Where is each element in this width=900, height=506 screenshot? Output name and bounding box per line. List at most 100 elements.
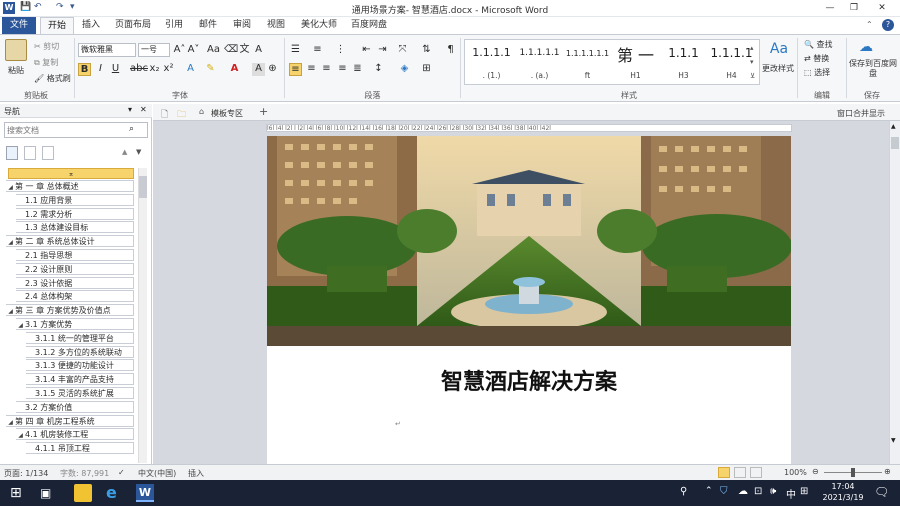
restore-button[interactable]: ❐ (842, 1, 866, 15)
nav-tree-item[interactable]: ◢ 3.1 方案优势 (16, 318, 134, 330)
find-button[interactable]: 🔍 查找 (804, 39, 833, 50)
char-border-icon[interactable]: A (252, 44, 265, 57)
windows-start-icon[interactable]: ⊞ (10, 484, 28, 502)
zoom-level[interactable]: 100% (784, 468, 807, 477)
help-icon[interactable]: ? (882, 19, 894, 31)
vertical-scroll-thumb[interactable] (891, 137, 899, 149)
volume-icon[interactable]: 🕪 (770, 486, 776, 497)
nav-tree-item[interactable]: 1.1 应用背景 (16, 193, 134, 206)
next-heading-icon[interactable]: ▼ (136, 148, 141, 156)
nav-tree-item[interactable]: ◢ 第 四 章 机房工程系统 (6, 414, 134, 427)
full-screen-reading-icon[interactable] (734, 467, 746, 478)
style-item[interactable]: 1.1.1.1 H4 (707, 42, 756, 84)
expand-toggle-icon[interactable]: ◢ (16, 320, 25, 332)
justify-icon[interactable]: ≡ (336, 63, 349, 76)
borders-icon[interactable]: ⊞ (420, 63, 433, 76)
nav-tree-item[interactable]: 3.1.1 统一的管理平台 (26, 331, 134, 344)
superscript-icon[interactable]: x² (162, 63, 175, 76)
increase-indent-icon[interactable]: ⇥ (376, 44, 389, 57)
clear-format-icon[interactable]: ⌫ (224, 44, 238, 57)
bullets-icon[interactable]: ☰ (289, 44, 302, 57)
baidu-cloud-icon[interactable]: ☁ (856, 39, 876, 55)
tab-review[interactable]: 审阅 (228, 17, 256, 34)
nav-search-input[interactable] (7, 124, 125, 136)
document-page[interactable]: 智慧酒店解决方案 ↵ (267, 136, 791, 464)
phonetic-guide-icon[interactable]: 文 (238, 44, 251, 57)
nav-close-icon[interactable]: ✕ (140, 105, 147, 114)
print-layout-icon[interactable] (718, 467, 730, 478)
edge-browser-icon[interactable]: e (106, 484, 124, 502)
nav-scrollbar[interactable] (138, 168, 147, 463)
expand-toggle-icon[interactable]: ◢ (6, 306, 15, 318)
nav-tree-item[interactable]: 2.1 指导思想 (16, 249, 134, 261)
nav-tree-item[interactable]: 3.1.2 多方位的系统联动 (26, 345, 134, 358)
nav-search-box[interactable]: ⌕ (4, 122, 148, 138)
zoom-out-icon[interactable]: ⊖ (812, 467, 819, 476)
scroll-down-icon[interactable]: ▼ (891, 437, 896, 444)
shading-icon[interactable]: ◈ (398, 63, 411, 76)
font-size-select[interactable]: 一号 (138, 43, 170, 57)
ime-mode-icon[interactable]: ⊞ (800, 486, 808, 497)
bold-icon[interactable]: B (78, 63, 91, 76)
cut-button[interactable]: ✂ 剪切 (34, 41, 59, 52)
security-icon[interactable]: ⛉ (720, 486, 728, 497)
italic-icon[interactable]: I (94, 63, 107, 76)
new-doc-icon[interactable]: 🗋 (161, 107, 168, 123)
proofing-icon[interactable]: ✓ (118, 468, 125, 477)
tab-baidu-netdisk[interactable]: 百度网盘 (348, 17, 390, 34)
copy-button[interactable]: ⧉ 复制 (34, 57, 58, 68)
tab-view[interactable]: 视图 (262, 17, 290, 34)
nav-tree-item[interactable]: ◢ 第 三 章 方案优势及价值点 (6, 304, 134, 318)
expand-toggle-icon[interactable]: ◢ (6, 237, 15, 249)
numbering-icon[interactable]: ≡ (311, 44, 324, 57)
zoom-slider-thumb[interactable] (851, 468, 855, 477)
align-left-icon[interactable]: ≡ (289, 63, 302, 76)
select-button[interactable]: ⬚ 选择 (804, 67, 830, 78)
style-item[interactable]: 1.1.1.1 . (1.) (467, 42, 516, 84)
minimize-button[interactable]: — (818, 1, 842, 15)
nav-tree-item[interactable]: ◢ 第 一 章 总体概述 (6, 180, 134, 192)
tab-file[interactable]: 文件 (2, 17, 36, 34)
file-explorer-icon[interactable] (74, 484, 92, 502)
styles-scroll-icon[interactable]: ▴ ▾ ⊻ (750, 41, 755, 83)
tray-expand-icon[interactable]: ⌃ (705, 486, 713, 496)
clock-date[interactable]: 2021/3/19 (818, 493, 868, 502)
tab-page-layout[interactable]: 页面布局 (112, 17, 154, 34)
nav-tree-item[interactable]: 2.2 设计原则 (16, 262, 134, 275)
nav-tree-item[interactable]: 2.3 设计依据 (16, 276, 134, 289)
language-indicator[interactable]: 中文(中国) (138, 468, 176, 479)
align-center-icon[interactable]: ≡ (305, 63, 318, 76)
show-marks-icon[interactable]: ¶ (444, 44, 457, 57)
shrink-font-icon[interactable]: A˅ (187, 44, 200, 57)
nav-tree-item[interactable]: ◢ 4.1 机房装修工程 (16, 428, 134, 441)
grow-font-icon[interactable]: A˄ (173, 44, 186, 57)
tab-home[interactable]: 开始 (40, 17, 74, 34)
style-item[interactable]: 1.1.1.1.1.1 ft (563, 42, 612, 84)
sort-icon[interactable]: ⇅ (420, 44, 433, 57)
format-painter-button[interactable]: 🖌 格式刷 (34, 73, 71, 84)
text-effects-icon[interactable]: A (184, 63, 197, 76)
save-to-baidu-button[interactable]: 保存到百度网盘 (848, 59, 898, 79)
ime-indicator[interactable]: 中 (786, 486, 796, 501)
nav-tree-item[interactable]: 1.3 总体建设目标 (16, 221, 134, 234)
nav-tree-item[interactable]: 3.2 方案价值 (16, 400, 134, 413)
replace-button[interactable]: ⇄ 替换 (804, 53, 829, 64)
change-styles-icon[interactable]: Aa (765, 41, 793, 61)
document-title[interactable]: 智慧酒店解决方案 (267, 364, 791, 396)
paste-icon[interactable] (5, 39, 27, 61)
close-button[interactable]: ✕ (870, 1, 894, 15)
underline-icon[interactable]: U (109, 63, 122, 76)
page-count[interactable]: 页面: 1/134 (4, 468, 48, 479)
multilevel-list-icon[interactable]: ⋮ (334, 44, 347, 57)
nav-tree-item[interactable]: 3.1.3 便捷的功能设计 (26, 359, 134, 372)
nav-tree-item[interactable]: 3.1.5 灵活的系统扩展 (26, 387, 134, 399)
nav-tree-item[interactable]: 3.1.4 丰富的产品支持 (26, 373, 134, 386)
change-styles-button[interactable]: 更改样式 (762, 63, 794, 74)
previous-heading-icon[interactable]: ▲ (122, 148, 127, 156)
style-item[interactable]: 第 一 H1 (611, 42, 660, 84)
align-right-icon[interactable]: ≡ (320, 63, 333, 76)
people-icon[interactable]: ⚲ (680, 486, 687, 497)
browse-headings-icon[interactable] (6, 146, 18, 160)
clock-time[interactable]: 17:04 (820, 482, 866, 491)
task-view-icon[interactable]: ▣ (40, 484, 58, 502)
